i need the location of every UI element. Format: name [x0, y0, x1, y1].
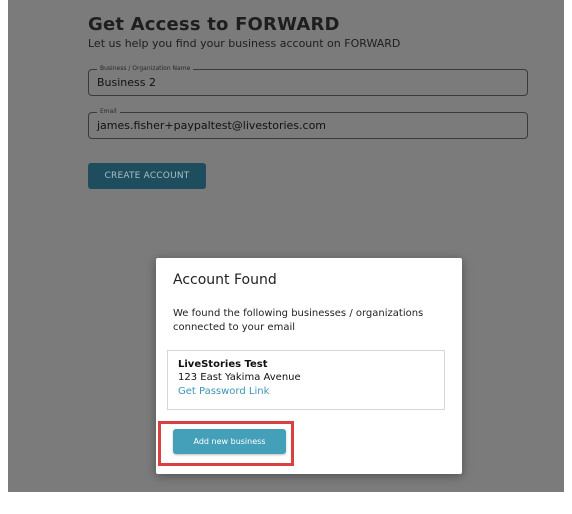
page-subtitle: Let us help you find your business accou… [88, 37, 401, 50]
business-name-field[interactable]: Business / Organization Name Business 2 [88, 64, 528, 96]
get-password-link[interactable]: Get Password Link [178, 385, 269, 398]
email-label: Email [97, 107, 120, 117]
email-value: james.fisher+paypaltest@livestories.com [97, 119, 327, 132]
access-form: Get Access to FORWARD Let us help you fi… [88, 14, 532, 189]
page-title: Get Access to FORWARD [88, 14, 340, 35]
page: Get Access to FORWARD Let us help you fi… [0, 0, 572, 514]
create-account-button[interactable]: CREATE ACCOUNT [88, 163, 206, 189]
modal-message: We found the following businesses / orga… [173, 308, 424, 333]
business-name-label: Business / Organization Name [97, 64, 194, 74]
business-result-address: 123 East Yakima Avenue [178, 372, 301, 383]
business-result-card: LiveStories Test 123 East Yakima Avenue … [167, 350, 445, 410]
modal-title: Account Found [173, 272, 277, 288]
business-result-name: LiveStories Test [178, 359, 268, 370]
email-field[interactable]: Email james.fisher+paypaltest@livestorie… [88, 107, 528, 139]
add-new-business-button[interactable]: Add new business [173, 429, 286, 454]
business-name-value: Business 2 [97, 76, 157, 89]
